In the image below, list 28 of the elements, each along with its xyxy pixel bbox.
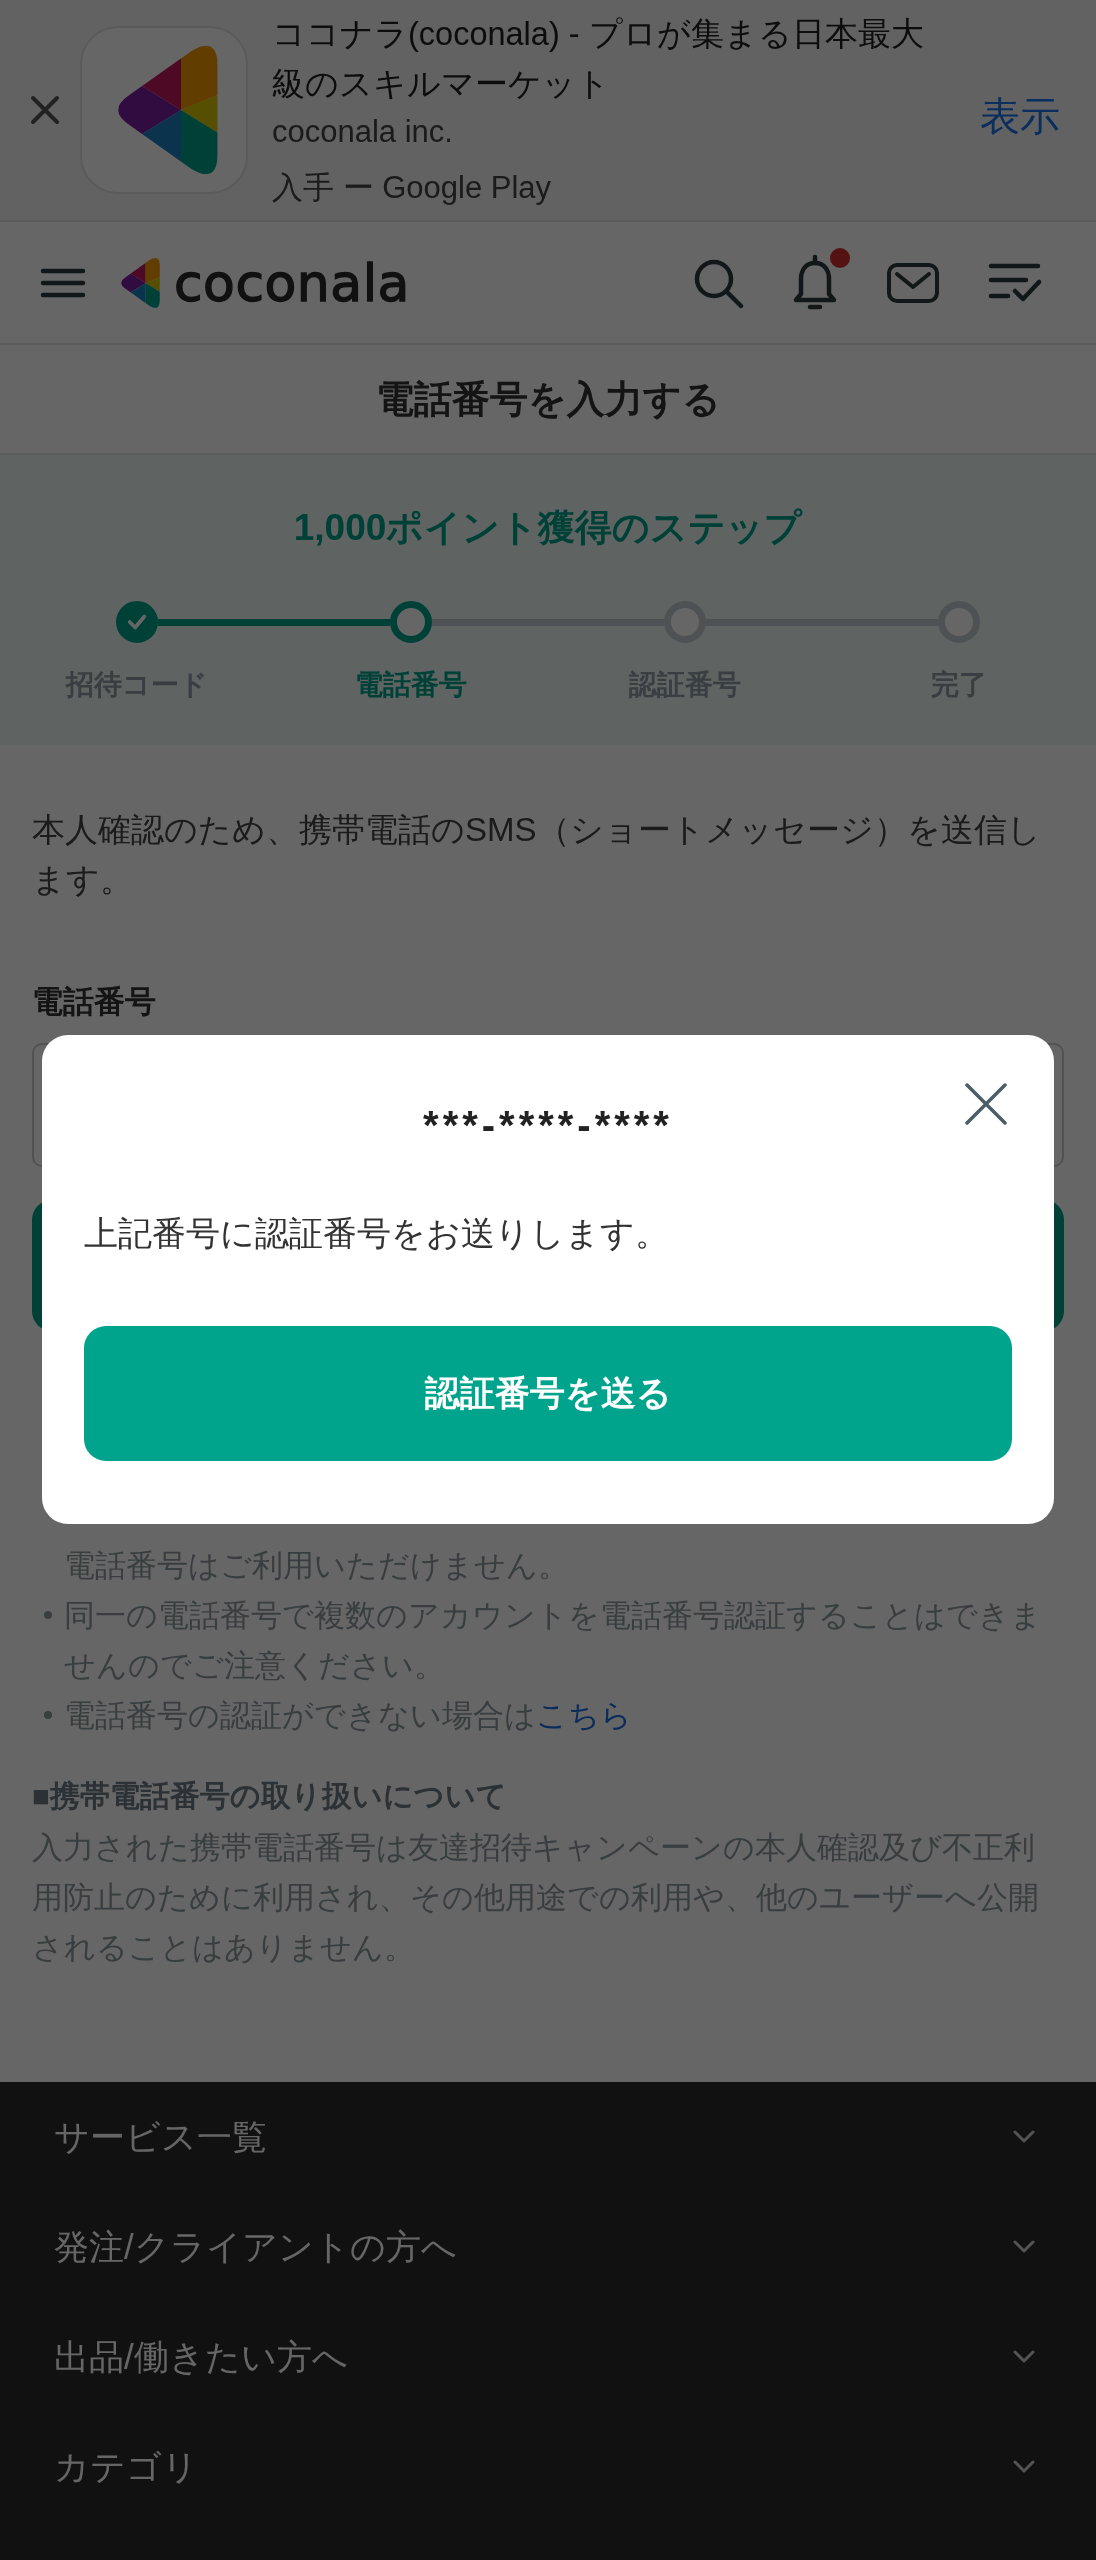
store-label: 入手 ー Google Play	[272, 169, 552, 207]
bullet-icon	[44, 1711, 52, 1719]
logo-text[interactable]: coconala	[174, 254, 410, 311]
help-link[interactable]: こちら	[536, 1698, 632, 1732]
close-icon[interactable]	[30, 95, 60, 125]
checklist-icon[interactable]	[988, 261, 1042, 304]
menu-icon[interactable]	[40, 267, 86, 298]
intro-text: 本人確認のため、携帯電話のSMS（ショートメッセージ）を送信します。	[32, 810, 1042, 900]
bullet-icon	[44, 1611, 52, 1619]
field-label: 電話番号	[32, 983, 156, 1021]
step-label: 電話番号	[355, 668, 467, 702]
view-link[interactable]: 表示	[980, 92, 1060, 140]
footer-menu-item[interactable]: カテゴリ	[0, 2412, 1096, 2522]
footer-menu-item[interactable]: サービス一覧	[0, 2082, 1096, 2192]
app-publisher: coconala inc.	[272, 113, 453, 151]
section-heading: ■携帯電話番号の取り扱いについて	[32, 1778, 507, 1814]
dialog-message: 上記番号に認証番号をお送りします。	[84, 1213, 670, 1254]
masked-phone-number: ***-****-****	[423, 1102, 673, 1149]
app-icon	[80, 26, 248, 194]
close-icon[interactable]	[965, 1083, 1007, 1125]
send-code-button[interactable]: 認証番号を送る	[84, 1326, 1012, 1461]
steps-title: 1,000ポイント獲得のステップ	[293, 506, 803, 550]
footer-menu-item[interactable]: 出品/働きたい方へ	[0, 2302, 1096, 2412]
mail-icon[interactable]	[886, 261, 940, 304]
bell-icon[interactable]	[792, 253, 838, 312]
app-title: ココナラ(coconala) - プロが集まる日本最大級のスキルマーケット	[272, 15, 925, 104]
footer-menu-item[interactable]: 発注/クライアントの方へ	[0, 2192, 1096, 2302]
page-title: 電話番号を入力する	[375, 377, 721, 422]
